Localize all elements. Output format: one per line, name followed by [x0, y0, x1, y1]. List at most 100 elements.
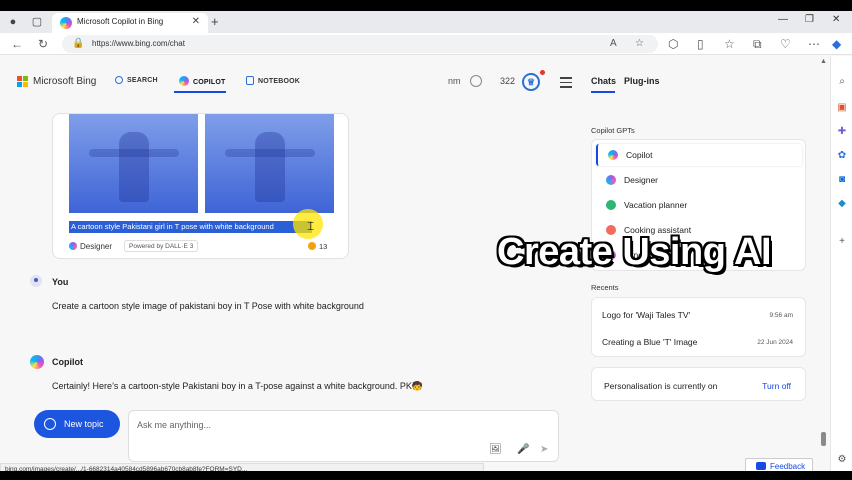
- favorites-icon[interactable]: ☆: [724, 37, 735, 51]
- microphone-icon[interactable]: 🎤: [517, 444, 529, 455]
- gpt-label: Vacation planner: [624, 200, 688, 210]
- browser-tab[interactable]: Microsoft Copilot in Bing ✕: [52, 13, 208, 33]
- sidebar-drop-icon[interactable]: ◆: [836, 198, 848, 210]
- recent-item-title[interactable]: Logo for 'Waji Tales TV': [602, 310, 690, 320]
- copilot-sidebar-icon[interactable]: ◆: [832, 37, 841, 51]
- figure-body: [254, 132, 285, 202]
- gpt-label: Designer: [624, 175, 659, 185]
- user-avatar: [30, 275, 42, 287]
- rewards-trophy-icon[interactable]: ♕: [522, 73, 540, 91]
- more-menu-icon[interactable]: ⋯: [808, 37, 820, 51]
- personalisation-card: Personalisation is currently on Turn off: [591, 367, 806, 401]
- recent-item-date: 9:56 am: [769, 312, 794, 319]
- favorite-star-icon[interactable]: ☆: [635, 38, 644, 49]
- close-tab-icon[interactable]: ✕: [192, 16, 200, 27]
- extensions-icon[interactable]: ⬡: [668, 37, 678, 51]
- microsoft-logo-icon[interactable]: [17, 76, 29, 88]
- user-name: You: [52, 277, 69, 287]
- feedback-icon: [756, 462, 766, 470]
- copilot-name: Copilot: [52, 357, 83, 367]
- tab-chats[interactable]: Chats: [591, 76, 616, 86]
- url-text[interactable]: https://www.bing.com/chat: [92, 39, 185, 48]
- designer-credit[interactable]: Designer: [69, 242, 112, 251]
- close-window-icon[interactable]: ✕: [832, 14, 840, 25]
- brand-name[interactable]: Microsoft Bing: [33, 76, 96, 87]
- new-topic-button[interactable]: New topic: [34, 410, 120, 438]
- recent-item-date: 22 Jun 2024: [757, 339, 793, 346]
- split-screen-icon[interactable]: ▯: [697, 37, 704, 51]
- refresh-icon[interactable]: ↻: [38, 37, 48, 51]
- back-icon[interactable]: ←: [11, 37, 23, 51]
- image-caption-selected[interactable]: A cartoon style Pakistani girl in T pose…: [69, 221, 312, 233]
- copilot-favicon-icon: [60, 17, 72, 29]
- search-icon: [115, 76, 123, 84]
- user-initials[interactable]: nm: [448, 76, 461, 86]
- image-upload-icon[interactable]: 🖼: [489, 444, 502, 455]
- page-scrollbar[interactable]: ▲: [819, 56, 828, 471]
- chat-composer[interactable]: 🖼 🎤 ➤: [128, 410, 559, 462]
- recent-item-title[interactable]: Creating a Blue 'T' Image: [602, 337, 697, 347]
- workspaces-icon[interactable]: ▢: [30, 15, 44, 29]
- minimize-icon[interactable]: —: [778, 14, 788, 25]
- lock-icon[interactable]: 🔒: [72, 38, 84, 49]
- mouse-pointer-icon: ⌶: [307, 219, 315, 233]
- gpt-item-copilot[interactable]: Copilot: [596, 144, 802, 166]
- copilot-message: Certainly! Here’s a cartoon-style Pakist…: [52, 381, 424, 391]
- nav-search[interactable]: SEARCH: [115, 76, 158, 84]
- recents-list: Logo for 'Waji Tales TV' 9:56 am Creatin…: [591, 297, 806, 357]
- recents-heading: Recents: [591, 283, 619, 292]
- turn-off-link[interactable]: Turn off: [762, 381, 791, 391]
- browser-essentials-icon[interactable]: ♡: [780, 37, 791, 51]
- new-tab-icon[interactable]: +: [211, 14, 219, 29]
- bing-header: Microsoft Bing SEARCH COPILOT NOTEBOOK n…: [0, 56, 826, 108]
- chat-input[interactable]: [137, 418, 517, 432]
- boost-icon: [308, 242, 316, 250]
- vacation-planner-icon: [606, 200, 616, 210]
- tab-strip: ● ▢ Microsoft Copilot in Bing ✕ + — ❐ ✕: [0, 11, 852, 33]
- gpt-item-designer[interactable]: Designer: [596, 169, 802, 191]
- scroll-up-icon[interactable]: ▲: [820, 58, 827, 65]
- active-tab-indicator: [174, 91, 226, 93]
- video-overlay-title: Create Using AI: [497, 231, 772, 273]
- read-aloud-icon[interactable]: A: [610, 38, 617, 49]
- address-row: ← ↻ 🔒 https://www.bing.com/chat A ☆ ⬡ ▯ …: [0, 33, 852, 55]
- designer-label: Designer: [80, 242, 113, 251]
- copilot-icon: [608, 150, 618, 160]
- address-bar[interactable]: 🔒 https://www.bing.com/chat A ☆: [62, 35, 658, 53]
- powered-by-badge: Powered by DALL·E 3: [124, 240, 199, 252]
- sidebar-shopping-icon[interactable]: ▣: [836, 102, 848, 114]
- generated-image-1[interactable]: [69, 114, 198, 213]
- designer-icon: [606, 175, 616, 185]
- tab-plugins[interactable]: Plug-ins: [624, 76, 660, 86]
- collections-icon[interactable]: ⧉: [753, 37, 762, 52]
- copilot-avatar-icon: [30, 355, 44, 369]
- profile-icon[interactable]: ●: [6, 15, 20, 29]
- gpt-item-vacation-planner[interactable]: Vacation planner: [596, 194, 802, 216]
- user-avatar-icon[interactable]: [470, 75, 482, 87]
- scrollbar-thumb[interactable]: [821, 432, 826, 446]
- nav-notebook[interactable]: NOTEBOOK: [246, 76, 300, 85]
- designer-icon: [69, 242, 77, 250]
- feedback-button[interactable]: Feedback: [745, 458, 813, 471]
- boost-value: 13: [319, 242, 328, 251]
- sidebar-add-icon[interactable]: +: [836, 236, 848, 248]
- generated-image-2[interactable]: [205, 114, 334, 213]
- sidebar-settings-icon[interactable]: ⚙: [836, 454, 848, 466]
- nav-copilot[interactable]: COPILOT: [179, 76, 226, 86]
- generated-images-card: A cartoon style Pakistani girl in T pose…: [52, 113, 349, 259]
- send-icon[interactable]: ➤: [540, 444, 548, 455]
- sidebar-search-icon[interactable]: ⌕: [836, 76, 848, 88]
- nav-search-label: SEARCH: [127, 77, 158, 84]
- browser-window: ● ▢ Microsoft Copilot in Bing ✕ + — ❐ ✕ …: [0, 11, 852, 471]
- feedback-label: Feedback: [770, 462, 806, 471]
- figure-body: [118, 132, 149, 202]
- boost-count: 13: [308, 242, 327, 251]
- user-message: Create a cartoon style image of pakistan…: [52, 301, 364, 311]
- restore-icon[interactable]: ❐: [805, 14, 814, 25]
- sidebar-outlook-icon[interactable]: ◙: [836, 174, 848, 186]
- sidebar-games-icon[interactable]: ✿: [836, 150, 848, 162]
- chats-tab-indicator: [591, 91, 615, 93]
- hamburger-menu-icon[interactable]: [560, 77, 572, 91]
- sidebar-tools-icon[interactable]: ✚: [836, 126, 848, 138]
- rewards-points[interactable]: 322: [500, 76, 515, 86]
